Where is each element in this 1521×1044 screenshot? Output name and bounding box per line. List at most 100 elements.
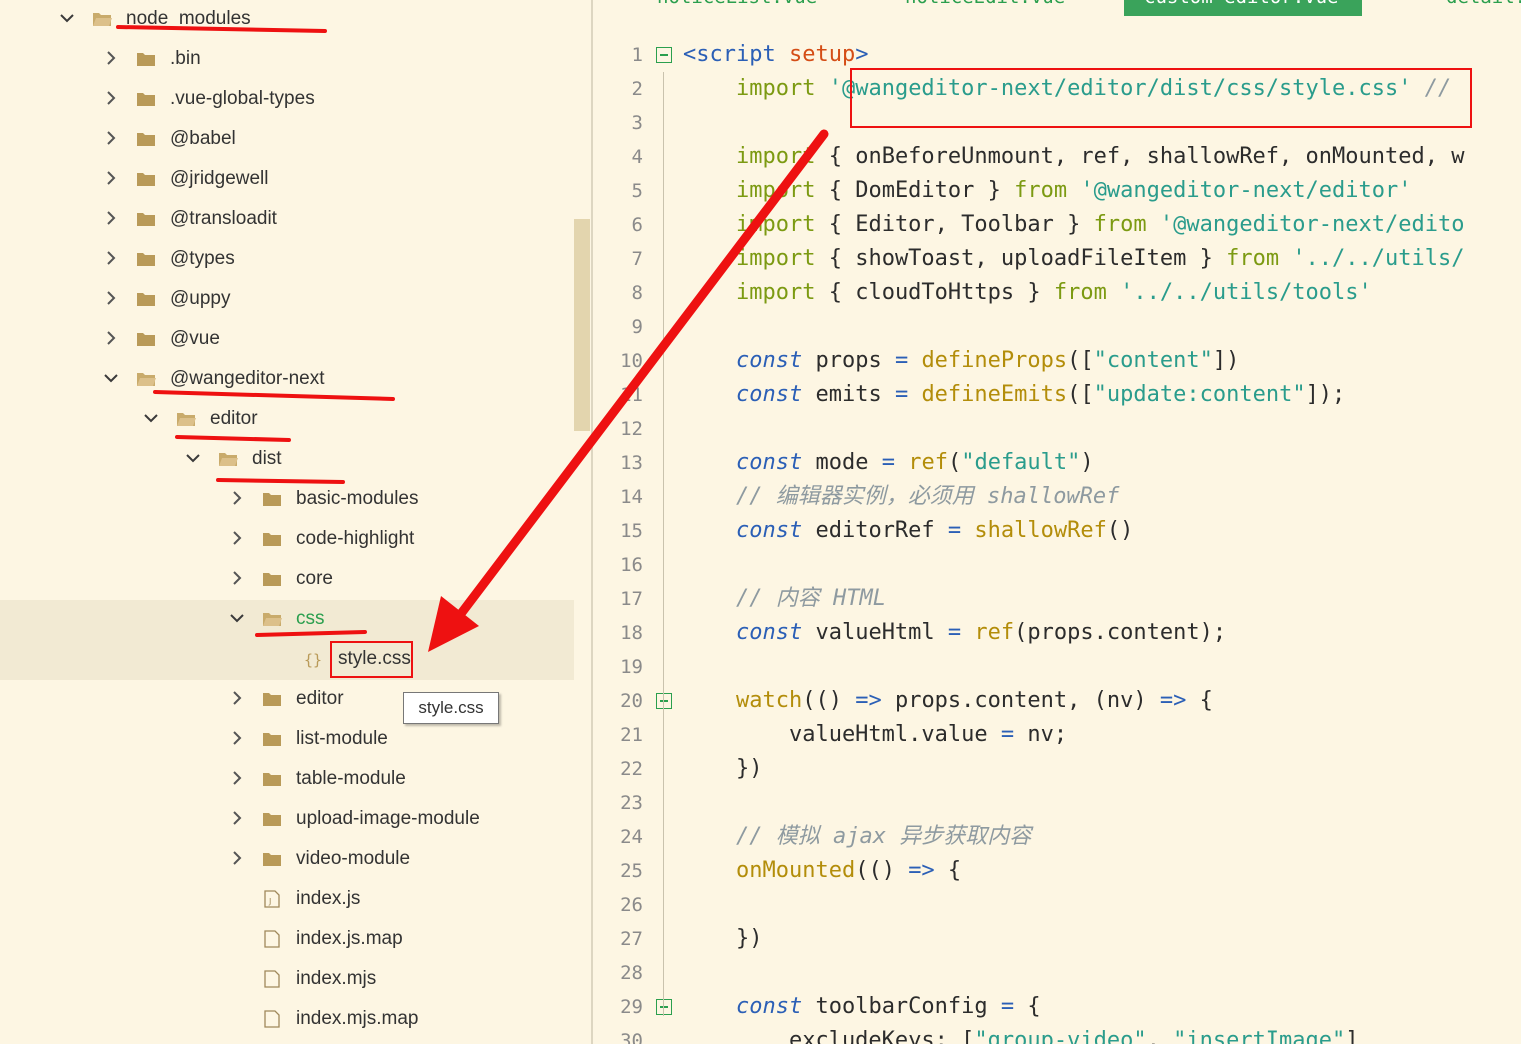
tree-scrollbar[interactable] [574, 219, 590, 431]
chevron-right-icon[interactable] [230, 491, 244, 505]
file-icon [262, 930, 282, 948]
folder-open-icon [92, 10, 112, 28]
line-number: 24 [620, 826, 643, 848]
tree-item-core[interactable]: core [0, 560, 574, 600]
tree-item-label: @jridgewell [170, 168, 269, 189]
chevron-right-icon[interactable] [230, 531, 244, 545]
fold-toggle-icon[interactable] [656, 693, 672, 709]
chevron-right-icon[interactable] [230, 851, 244, 865]
code-line: const props = defineProps(["content"]) [735, 348, 1240, 373]
code-line: import { DomEditor } from '@wangeditor-n… [735, 178, 1412, 203]
chevron-down-icon[interactable] [186, 451, 200, 465]
tree-item-dist[interactable]: dist [0, 440, 574, 480]
line-number: 20 [620, 690, 643, 712]
folder-icon [262, 690, 282, 708]
tree-item-label: @babel [170, 128, 236, 149]
tree-item-label: list-module [296, 728, 388, 749]
tree-item-style-css[interactable]: {} style.css [0, 640, 574, 680]
tree-item-transloadit[interactable]: @transloadit [0, 200, 574, 240]
folder-icon [136, 130, 156, 148]
chevron-right-icon[interactable] [104, 171, 118, 185]
code-line: // 模拟 ajax 异步获取内容 [735, 824, 1032, 849]
line-number: 10 [620, 350, 643, 372]
tree-item-label: editor [296, 688, 344, 709]
tab-notice-edit[interactable]: noticeEdit.vue [885, 0, 1085, 16]
tree-item-label: index.js [296, 888, 361, 909]
tree-item-types[interactable]: @types [0, 240, 574, 280]
tree-item-label: code-highlight [296, 528, 415, 549]
folder-icon [136, 210, 156, 228]
tab-detail[interactable]: detail.vue [1426, 0, 1521, 16]
folder-open-icon [262, 610, 282, 628]
code-line: // 编辑器实例，必须用 shallowRef [735, 484, 1120, 509]
code-line: import { onBeforeUnmount, ref, shallowRe… [735, 144, 1465, 169]
tree-item-index-mjs[interactable]: index.mjs [0, 960, 574, 1000]
folder-icon [262, 570, 282, 588]
tree-item-bin[interactable]: .bin [0, 40, 574, 80]
tree-item-editor[interactable]: editor [0, 680, 574, 720]
chevron-right-icon[interactable] [230, 691, 244, 705]
code-line: import { Editor, Toolbar } from '@wanged… [735, 212, 1465, 237]
tab-custom-editor[interactable]: custom-editor.vue [1124, 0, 1362, 16]
tree-item-label: @types [170, 248, 235, 269]
tree-item-vue[interactable]: @vue [0, 320, 574, 360]
tree-item-jridgewell[interactable]: @jridgewell [0, 160, 574, 200]
tree-item-label: .vue-global-types [170, 88, 315, 109]
tree-item-babel[interactable]: @babel [0, 120, 574, 160]
line-number: 27 [620, 928, 643, 950]
chevron-right-icon[interactable] [104, 51, 118, 65]
tree-item-code-highlight[interactable]: code-highlight [0, 520, 574, 560]
chevron-down-icon[interactable] [104, 371, 118, 385]
tree-item-video-module[interactable]: video-module [0, 840, 574, 880]
chevron-right-icon[interactable] [104, 211, 118, 225]
line-number: 23 [620, 792, 643, 814]
tree-item-node-modules[interactable]: node_modules [0, 0, 574, 40]
tree-item-table-module[interactable]: table-module [0, 760, 574, 800]
tree-item-index-mjs-map[interactable]: index.mjs.map [0, 1000, 574, 1040]
tree-item-basic-modules[interactable]: basic-modules [0, 480, 574, 520]
tree-item-list-module[interactable]: list-module [0, 720, 574, 760]
chevron-right-icon[interactable] [230, 771, 244, 785]
chevron-down-icon[interactable] [60, 11, 74, 25]
chevron-down-icon[interactable] [144, 411, 158, 425]
folder-icon [136, 290, 156, 308]
code-line: const toolbarConfig = { [735, 994, 1041, 1019]
folder-icon [262, 490, 282, 508]
folder-open-icon [218, 450, 238, 468]
chevron-right-icon[interactable] [230, 731, 244, 745]
chevron-right-icon[interactable] [230, 811, 244, 825]
tree-item-label: css [296, 608, 325, 629]
tree-item-css[interactable]: css [0, 600, 574, 640]
chevron-right-icon[interactable] [230, 571, 244, 585]
folder-icon [262, 730, 282, 748]
folder-icon [262, 850, 282, 868]
chevron-down-icon[interactable] [230, 611, 244, 625]
line-number: 9 [631, 316, 643, 338]
chevron-right-icon[interactable] [104, 131, 118, 145]
tree-item-label: dist [252, 448, 282, 469]
tree-item-editor[interactable]: editor [0, 400, 574, 440]
fold-toggle-icon[interactable] [656, 47, 672, 63]
tree-item-label: node_modules [126, 8, 251, 29]
line-number: 19 [620, 656, 643, 678]
line-number: 12 [620, 418, 643, 440]
code-editor[interactable]: noticeList.vue noticeEdit.vue custom-edi… [593, 0, 1521, 1044]
file-icon [262, 1010, 282, 1028]
chevron-right-icon[interactable] [104, 291, 118, 305]
fold-toggle-icon[interactable] [656, 999, 672, 1015]
tree-item-wangeditor-next[interactable]: @wangeditor-next [0, 360, 574, 400]
tree-item-upload-image-module[interactable]: upload-image-module [0, 800, 574, 840]
tree-item-index-js[interactable]: Jindex.js [0, 880, 574, 920]
js-file-icon: J [262, 890, 282, 908]
tab-notice-list[interactable]: noticeList.vue [637, 0, 837, 16]
chevron-right-icon[interactable] [104, 331, 118, 345]
tree-item-vue-global-types[interactable]: .vue-global-types [0, 80, 574, 120]
chevron-right-icon[interactable] [104, 251, 118, 265]
tree-item-uppy[interactable]: @uppy [0, 280, 574, 320]
tree-item-label: editor [210, 408, 258, 429]
tree-item-index-js-map[interactable]: index.js.map [0, 920, 574, 960]
chevron-right-icon[interactable] [104, 91, 118, 105]
